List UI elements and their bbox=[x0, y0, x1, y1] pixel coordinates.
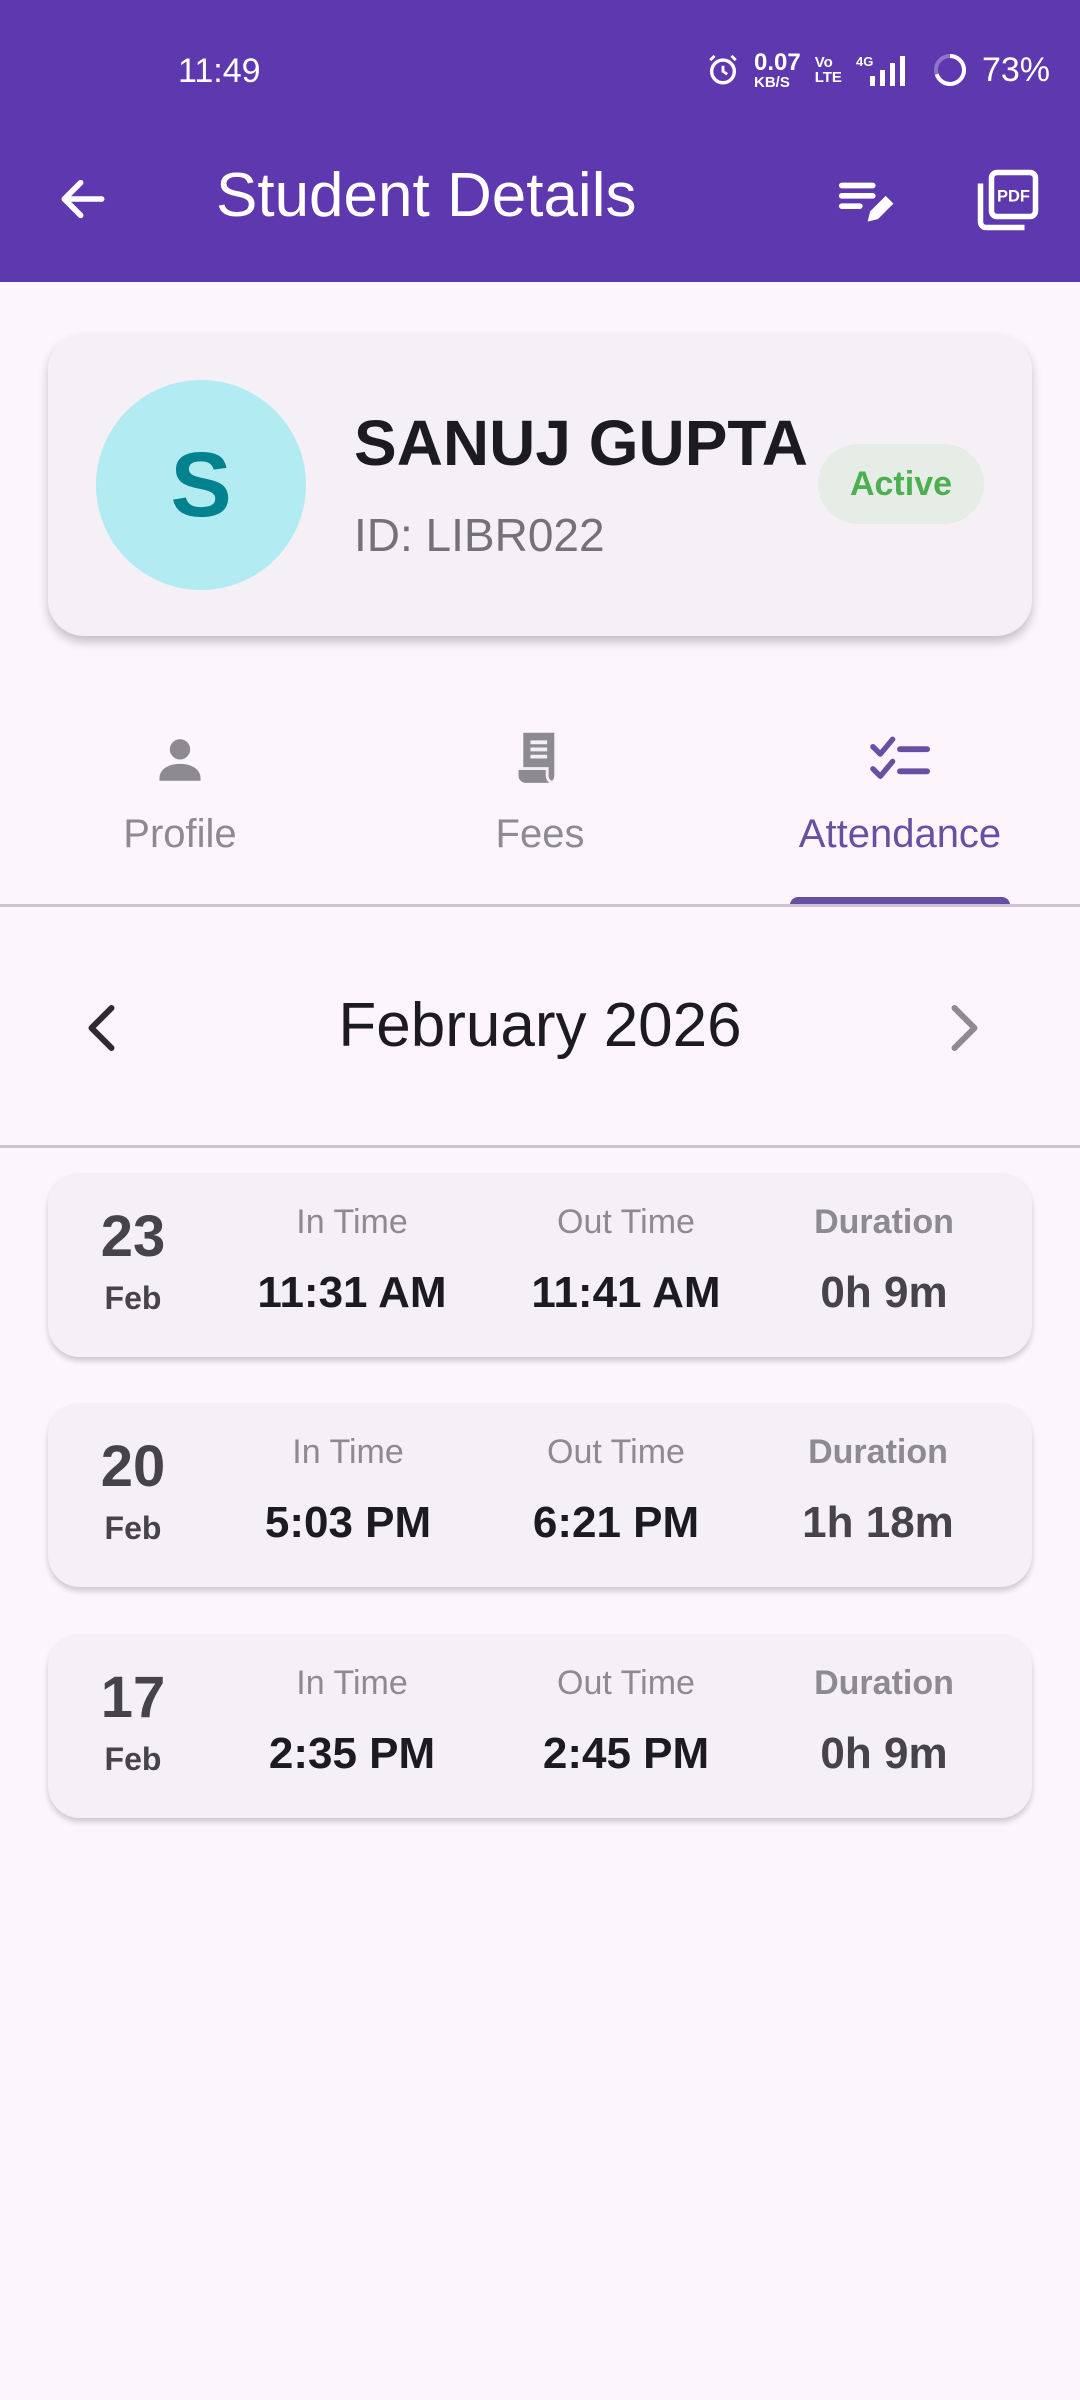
tab-attendance[interactable]: Attendance bbox=[720, 710, 1080, 906]
out-time: Out Time 6:21 PM bbox=[532, 1433, 700, 1547]
attendance-record[interactable]: 20 Feb In Time 5:03 PM Out Time 6:21 PM … bbox=[48, 1403, 1032, 1587]
network-type: 4G bbox=[856, 54, 873, 69]
tab-label: Attendance bbox=[798, 812, 1002, 856]
in-time: In Time 2:35 PM bbox=[268, 1664, 436, 1778]
chevron-right-icon bbox=[951, 1005, 978, 1051]
attendance-record[interactable]: 17 Feb In Time 2:35 PM Out Time 2:45 PM … bbox=[48, 1634, 1032, 1818]
alarm-icon bbox=[706, 53, 740, 87]
month-navigator: February 2026 bbox=[0, 910, 1080, 1146]
app-bar: Student Details PDF bbox=[0, 150, 1080, 250]
record-date: 20 Feb bbox=[48, 1433, 218, 1547]
record-month: Feb bbox=[104, 1741, 162, 1777]
tab-bar: Profile Fees Attendance bbox=[0, 710, 1080, 907]
record-date: 23 Feb bbox=[48, 1203, 218, 1317]
signal-icon: 4G bbox=[856, 52, 918, 88]
top-app-bar: 11:49 0.07 KB/S Vo LTE 4G 73% Student De… bbox=[0, 0, 1080, 282]
student-card: S SANUJ GUPTA ID: LIBR022 Active bbox=[48, 334, 1032, 636]
tab-label: Fees bbox=[495, 812, 585, 856]
tab-fees[interactable]: Fees bbox=[360, 710, 720, 906]
next-month-button[interactable] bbox=[924, 990, 1000, 1066]
status-time: 11:49 bbox=[178, 52, 261, 90]
edit-note-icon bbox=[838, 182, 894, 222]
attendance-record[interactable]: 23 Feb In Time 11:31 AM Out Time 11:41 A… bbox=[48, 1173, 1032, 1357]
out-time: Out Time 11:41 AM bbox=[531, 1203, 721, 1317]
arrow-back-icon bbox=[61, 179, 105, 219]
record-month: Feb bbox=[104, 1280, 162, 1316]
receipt-icon bbox=[511, 724, 569, 794]
duration: Duration 1h 18m bbox=[802, 1433, 954, 1547]
battery-ring-icon bbox=[932, 52, 968, 88]
status-badge: Active bbox=[818, 444, 984, 524]
volte-icon: Vo LTE bbox=[814, 54, 842, 86]
tab-profile[interactable]: Profile bbox=[0, 710, 360, 906]
page-title: Student Details bbox=[216, 161, 637, 230]
svg-text:PDF: PDF bbox=[997, 187, 1030, 205]
back-button[interactable] bbox=[48, 164, 118, 234]
in-time: In Time 5:03 PM bbox=[264, 1433, 432, 1547]
record-day: 20 bbox=[100, 1434, 166, 1499]
record-month: Feb bbox=[104, 1510, 162, 1546]
status-icons: 0.07 KB/S Vo LTE 4G 73% bbox=[706, 48, 1050, 92]
record-day: 23 bbox=[100, 1204, 166, 1269]
record-day: 17 bbox=[100, 1665, 166, 1730]
avatar: S bbox=[96, 380, 306, 590]
month-label: February 2026 bbox=[338, 991, 742, 1060]
tab-label: Profile bbox=[123, 812, 237, 856]
person-icon bbox=[151, 724, 209, 794]
divider bbox=[0, 1145, 1080, 1148]
status-badge-label: Active bbox=[849, 464, 953, 503]
student-id: ID: LIBR022 bbox=[354, 509, 605, 561]
duration: Duration 0h 9m bbox=[814, 1203, 954, 1317]
avatar-initial: S bbox=[170, 433, 232, 536]
edit-button[interactable] bbox=[828, 164, 902, 238]
pdf-icon: PDF bbox=[977, 169, 1039, 231]
out-time: Out Time 2:45 PM bbox=[542, 1664, 710, 1778]
divider bbox=[0, 904, 1080, 907]
duration: Duration 0h 9m bbox=[814, 1664, 954, 1778]
in-time: In Time 11:31 AM bbox=[257, 1203, 447, 1317]
record-date: 17 Feb bbox=[48, 1664, 218, 1778]
student-name: SANUJ GUPTA bbox=[354, 407, 808, 479]
export-pdf-button[interactable]: PDF bbox=[970, 162, 1046, 238]
net-speed: 0.07 KB/S bbox=[754, 48, 801, 91]
checklist-icon bbox=[868, 724, 932, 794]
battery-percent: 73% bbox=[981, 50, 1050, 89]
